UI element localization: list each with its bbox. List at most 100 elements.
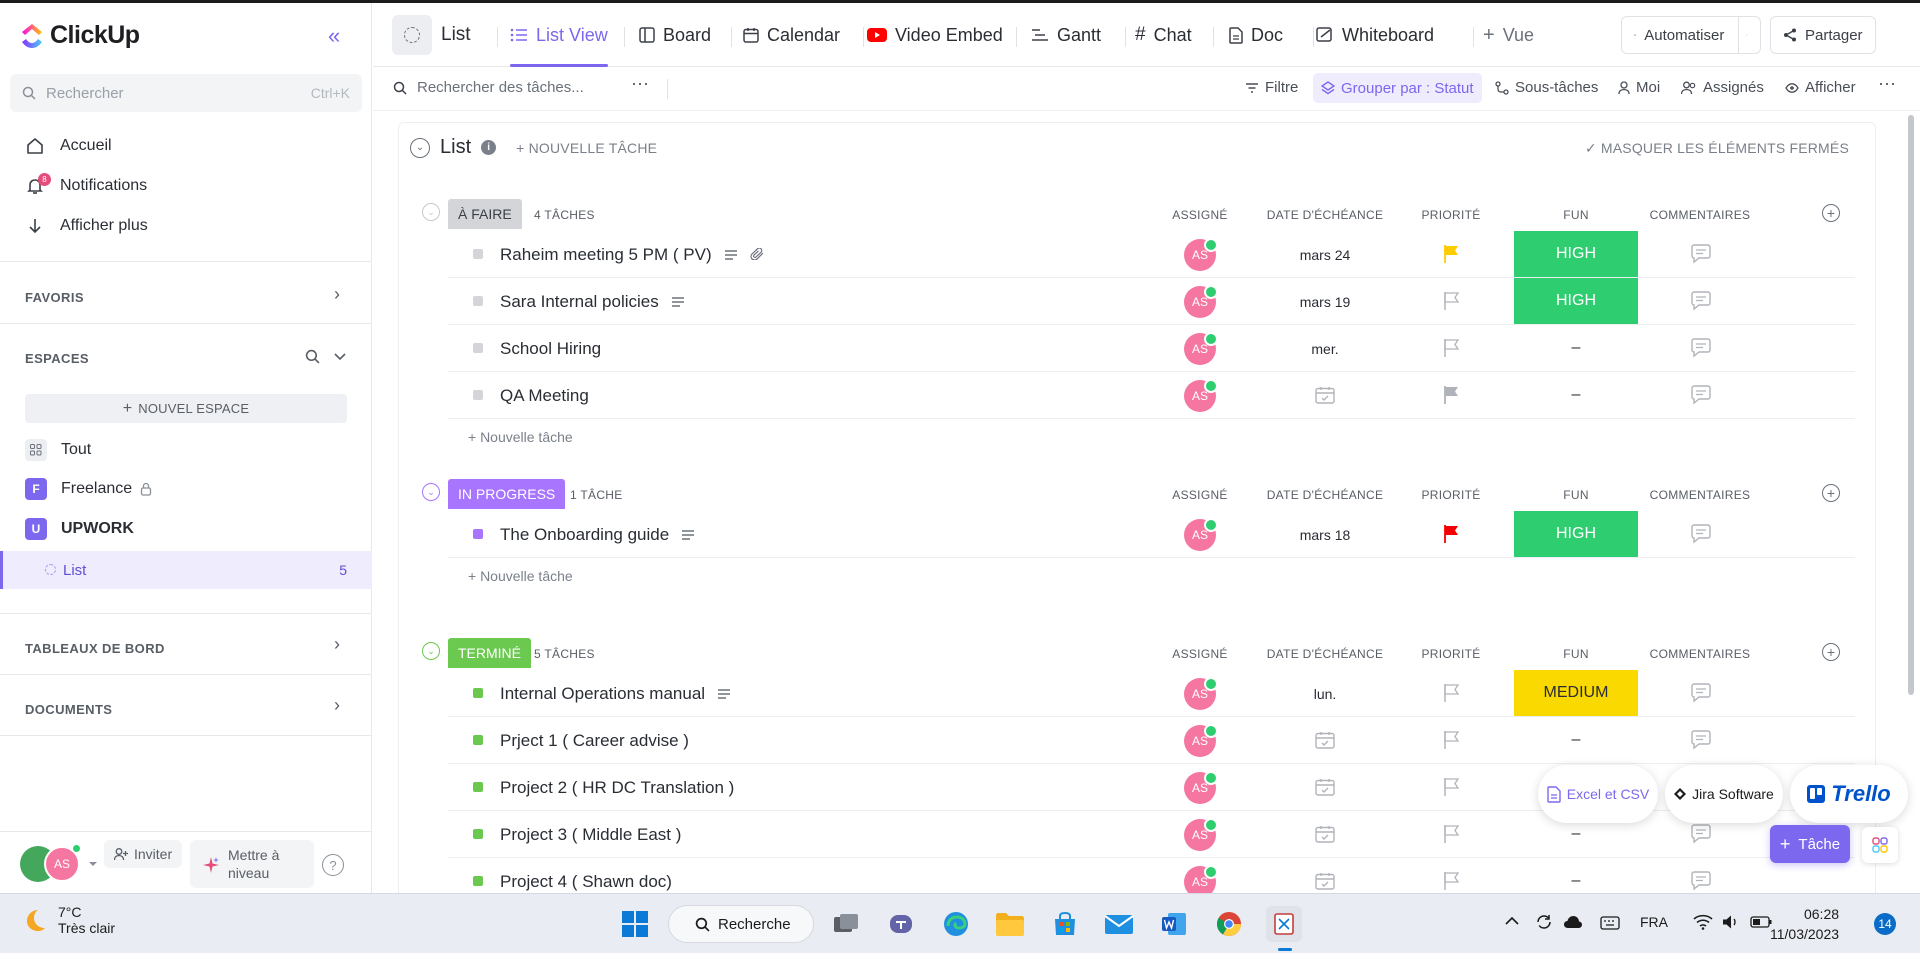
battery-icon[interactable]: [1750, 916, 1772, 928]
list-icon-button[interactable]: [392, 15, 432, 55]
column-header-fun[interactable]: FUN: [1563, 647, 1589, 661]
fun-field-empty[interactable]: –: [1572, 339, 1581, 357]
fun-field-empty[interactable]: –: [1572, 825, 1581, 843]
keyboard-icon[interactable]: [1600, 916, 1620, 930]
tab-calendar[interactable]: Calendar: [743, 3, 840, 67]
task-name[interactable]: Prject 1 ( Career advise ): [500, 731, 689, 751]
task-name[interactable]: Project 2 ( HR DC Translation ): [500, 778, 734, 798]
calendar-icon[interactable]: [1315, 386, 1335, 408]
sidebar-search-input[interactable]: Rechercher Ctrl+K: [10, 74, 362, 112]
add-column-icon[interactable]: +: [1822, 204, 1840, 222]
tab-chat[interactable]: # Chat: [1135, 3, 1192, 67]
vertical-scrollbar[interactable]: [1908, 115, 1914, 695]
nav-item-afficher-plus[interactable]: Afficher plus: [24, 215, 148, 237]
wifi-icon[interactable]: [1693, 914, 1713, 930]
taskbar-search[interactable]: Recherche: [668, 905, 814, 943]
task-name[interactable]: Raheim meeting 5 PM ( PV): [500, 245, 766, 265]
add-view-button[interactable]: + Vue: [1483, 3, 1534, 67]
notification-center-badge[interactable]: 14: [1874, 913, 1896, 935]
comment-icon[interactable]: [1689, 683, 1713, 707]
file-explorer-icon[interactable]: [992, 906, 1028, 942]
fun-field-empty[interactable]: –: [1572, 872, 1581, 890]
word-icon[interactable]: [1156, 906, 1192, 942]
assignee-avatar[interactable]: AS: [1184, 238, 1218, 271]
add-column-icon[interactable]: +: [1822, 643, 1840, 661]
weather-widget[interactable]: 7°C Très clair: [20, 904, 115, 936]
empty-flag-icon[interactable]: [1442, 291, 1460, 315]
assignee-avatar[interactable]: AS: [1184, 379, 1218, 412]
windows-start-icon[interactable]: [617, 906, 653, 942]
task-status-square[interactable]: [473, 829, 483, 839]
nav-item-accueil[interactable]: Accueil: [24, 135, 112, 157]
chevron-right-icon[interactable]: ›: [334, 284, 340, 305]
empty-flag-icon[interactable]: [1442, 824, 1460, 848]
group-by-button[interactable]: Grouper par : Statut: [1313, 73, 1482, 103]
calendar-icon[interactable]: [1315, 778, 1335, 800]
due-date[interactable]: lun.: [1314, 686, 1337, 702]
task-row[interactable]: QA Meeting AS –: [448, 372, 1855, 419]
section-documents[interactable]: DOCUMENTS: [25, 702, 112, 717]
add-column-icon[interactable]: +: [1822, 484, 1840, 502]
collapse-group-icon[interactable]: ⌄: [422, 203, 440, 221]
mail-icon[interactable]: [1101, 906, 1137, 942]
task-name[interactable]: Project 4 ( Shawn doc): [500, 872, 672, 892]
collapse-list-icon[interactable]: ⌄: [410, 137, 430, 158]
status-pill[interactable]: À FAIRE: [448, 199, 522, 229]
chevron-down-icon[interactable]: [333, 352, 347, 362]
collapse-sidebar-icon[interactable]: «: [328, 23, 340, 49]
tab-board[interactable]: Board: [639, 3, 711, 67]
tab-doc[interactable]: Doc: [1229, 3, 1283, 67]
space-tout[interactable]: Tout: [25, 439, 91, 461]
column-header-due[interactable]: DATE D'ÉCHÉANCE: [1267, 488, 1384, 502]
section-favoris[interactable]: FAVORIS: [25, 290, 84, 305]
priority-flag-icon[interactable]: [1442, 244, 1460, 268]
more-options-icon[interactable]: ···: [631, 73, 649, 94]
status-pill[interactable]: IN PROGRESS: [448, 479, 566, 509]
new-task-row-button[interactable]: + Nouvelle tâche: [468, 568, 573, 584]
column-header-due[interactable]: DATE D'ÉCHÉANCE: [1267, 647, 1384, 661]
new-task-row-button[interactable]: + Nouvelle tâche: [468, 429, 573, 445]
tab-list-view[interactable]: List View: [510, 3, 608, 67]
automate-button[interactable]: Automatiser: [1621, 16, 1761, 54]
task-row[interactable]: Prject 1 ( Career advise ) AS –: [448, 717, 1855, 764]
fun-field-empty[interactable]: –: [1572, 386, 1581, 404]
task-row[interactable]: The Onboarding guide AS mars 18 HIGH: [448, 511, 1855, 558]
task-row[interactable]: Sara Internal policies AS mars 19 HIGH: [448, 278, 1855, 325]
empty-flag-icon[interactable]: [1442, 730, 1460, 754]
fun-field-value[interactable]: MEDIUM: [1514, 670, 1638, 716]
empty-flag-icon[interactable]: [1442, 871, 1460, 895]
empty-flag-icon[interactable]: [1442, 683, 1460, 707]
system-clock[interactable]: 06:28 11/03/2023: [1770, 904, 1839, 944]
column-header-priority[interactable]: PRIORITÉ: [1421, 647, 1480, 661]
comment-icon[interactable]: [1689, 385, 1713, 409]
new-space-button[interactable]: + NOUVEL ESPACE: [25, 394, 347, 423]
more-options-icon[interactable]: ···: [1878, 73, 1896, 94]
edge-icon[interactable]: [938, 906, 974, 942]
due-date[interactable]: mer.: [1311, 341, 1338, 357]
new-task-button[interactable]: + NOUVELLE TÂCHE: [516, 140, 657, 156]
due-date[interactable]: mars 24: [1300, 247, 1351, 263]
task-name[interactable]: The Onboarding guide: [500, 525, 695, 545]
column-header-assignee[interactable]: ASSIGNÉ: [1172, 488, 1227, 502]
column-header-priority[interactable]: PRIORITÉ: [1421, 488, 1480, 502]
task-search-input[interactable]: Rechercher des tâches...: [393, 79, 584, 96]
chrome-icon[interactable]: [1211, 906, 1247, 942]
column-header-assignee[interactable]: ASSIGNÉ: [1172, 647, 1227, 661]
input-language[interactable]: FRA: [1640, 914, 1668, 930]
import-excel-button[interactable]: Excel et CSV: [1538, 765, 1658, 823]
sidebar-item-list[interactable]: List 5: [0, 551, 372, 589]
tab-video-embed[interactable]: Video Embed: [867, 3, 1003, 67]
invite-button[interactable]: Inviter: [104, 840, 183, 868]
task-status-square[interactable]: [473, 249, 483, 259]
task-status-square[interactable]: [473, 343, 483, 353]
space-upwork[interactable]: U UPWORK: [25, 518, 134, 540]
comment-icon[interactable]: [1689, 244, 1713, 268]
due-date[interactable]: mars 19: [1300, 294, 1351, 310]
subtasks-button[interactable]: Sous-tâches: [1495, 79, 1598, 96]
column-header-comments[interactable]: COMMENTAIRES: [1650, 647, 1751, 661]
hide-closed-button[interactable]: ✓ MASQUER LES ÉLÉMENTS FERMÉS: [1585, 140, 1849, 157]
fun-field-empty[interactable]: –: [1572, 731, 1581, 749]
apps-grid-button[interactable]: [1862, 827, 1898, 863]
sync-icon[interactable]: [1535, 913, 1553, 931]
task-status-square[interactable]: [473, 876, 483, 886]
